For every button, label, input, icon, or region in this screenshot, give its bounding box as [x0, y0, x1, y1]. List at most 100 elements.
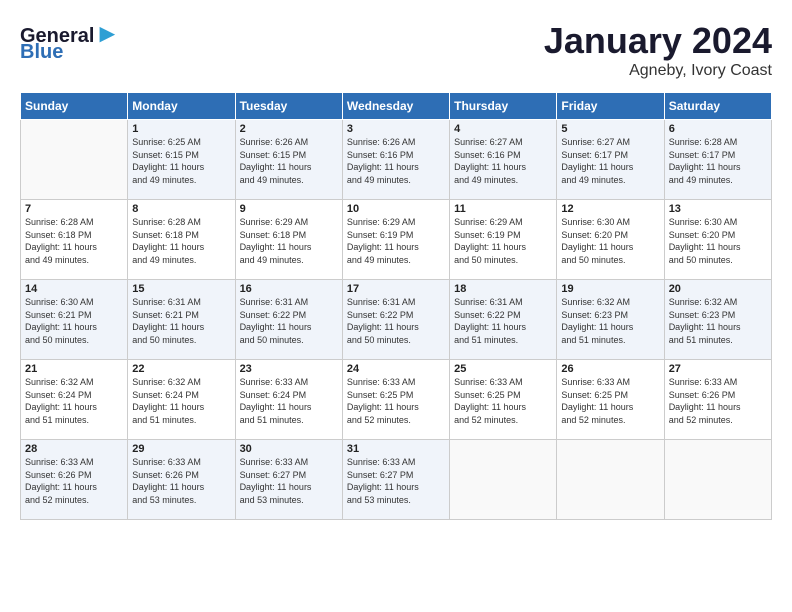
day-number: 28: [25, 443, 123, 455]
calendar-cell: 16Sunrise: 6:31 AM Sunset: 6:22 PM Dayli…: [235, 280, 342, 360]
calendar-cell: 21Sunrise: 6:32 AM Sunset: 6:24 PM Dayli…: [21, 360, 128, 440]
day-header-wednesday: Wednesday: [342, 93, 449, 120]
day-number: 21: [25, 363, 123, 375]
day-number: 14: [25, 283, 123, 295]
day-number: 25: [454, 363, 552, 375]
day-number: 31: [347, 443, 445, 455]
day-number: 6: [669, 123, 767, 135]
day-info: Sunrise: 6:31 AM Sunset: 6:21 PM Dayligh…: [132, 296, 230, 346]
calendar-cell: 6Sunrise: 6:28 AM Sunset: 6:17 PM Daylig…: [664, 120, 771, 200]
calendar-cell: 9Sunrise: 6:29 AM Sunset: 6:18 PM Daylig…: [235, 200, 342, 280]
calendar-cell: 27Sunrise: 6:33 AM Sunset: 6:26 PM Dayli…: [664, 360, 771, 440]
day-info: Sunrise: 6:33 AM Sunset: 6:25 PM Dayligh…: [561, 376, 659, 426]
page: General► Blue January 2024 Agneby, Ivory…: [0, 0, 792, 530]
subtitle: Agneby, Ivory Coast: [544, 62, 772, 80]
day-info: Sunrise: 6:28 AM Sunset: 6:18 PM Dayligh…: [132, 216, 230, 266]
day-info: Sunrise: 6:31 AM Sunset: 6:22 PM Dayligh…: [454, 296, 552, 346]
day-header-tuesday: Tuesday: [235, 93, 342, 120]
header-row: SundayMondayTuesdayWednesdayThursdayFrid…: [21, 93, 772, 120]
day-info: Sunrise: 6:27 AM Sunset: 6:17 PM Dayligh…: [561, 136, 659, 186]
calendar-cell: 2Sunrise: 6:26 AM Sunset: 6:15 PM Daylig…: [235, 120, 342, 200]
day-number: 22: [132, 363, 230, 375]
day-number: 16: [240, 283, 338, 295]
calendar-cell: 11Sunrise: 6:29 AM Sunset: 6:19 PM Dayli…: [450, 200, 557, 280]
day-info: Sunrise: 6:30 AM Sunset: 6:21 PM Dayligh…: [25, 296, 123, 346]
day-info: Sunrise: 6:32 AM Sunset: 6:23 PM Dayligh…: [561, 296, 659, 346]
day-info: Sunrise: 6:27 AM Sunset: 6:16 PM Dayligh…: [454, 136, 552, 186]
day-info: Sunrise: 6:28 AM Sunset: 6:17 PM Dayligh…: [669, 136, 767, 186]
calendar-cell: 22Sunrise: 6:32 AM Sunset: 6:24 PM Dayli…: [128, 360, 235, 440]
day-info: Sunrise: 6:33 AM Sunset: 6:24 PM Dayligh…: [240, 376, 338, 426]
calendar-cell: [664, 440, 771, 520]
day-number: 20: [669, 283, 767, 295]
header: General► Blue January 2024 Agneby, Ivory…: [20, 20, 772, 80]
calendar-cell: 29Sunrise: 6:33 AM Sunset: 6:26 PM Dayli…: [128, 440, 235, 520]
calendar-cell: [557, 440, 664, 520]
title-area: January 2024 Agneby, Ivory Coast: [544, 20, 772, 80]
day-number: 18: [454, 283, 552, 295]
day-info: Sunrise: 6:33 AM Sunset: 6:26 PM Dayligh…: [25, 456, 123, 506]
day-number: 8: [132, 203, 230, 215]
day-header-sunday: Sunday: [21, 93, 128, 120]
day-number: 9: [240, 203, 338, 215]
day-info: Sunrise: 6:33 AM Sunset: 6:26 PM Dayligh…: [132, 456, 230, 506]
week-row-1: 1Sunrise: 6:25 AM Sunset: 6:15 PM Daylig…: [21, 120, 772, 200]
day-number: 12: [561, 203, 659, 215]
day-info: Sunrise: 6:32 AM Sunset: 6:24 PM Dayligh…: [25, 376, 123, 426]
day-info: Sunrise: 6:33 AM Sunset: 6:26 PM Dayligh…: [669, 376, 767, 426]
day-info: Sunrise: 6:29 AM Sunset: 6:19 PM Dayligh…: [454, 216, 552, 266]
day-info: Sunrise: 6:32 AM Sunset: 6:24 PM Dayligh…: [132, 376, 230, 426]
day-info: Sunrise: 6:33 AM Sunset: 6:25 PM Dayligh…: [454, 376, 552, 426]
logo-arrow-icon: ►: [94, 18, 120, 48]
day-number: 2: [240, 123, 338, 135]
day-header-thursday: Thursday: [450, 93, 557, 120]
week-row-3: 14Sunrise: 6:30 AM Sunset: 6:21 PM Dayli…: [21, 280, 772, 360]
day-info: Sunrise: 6:31 AM Sunset: 6:22 PM Dayligh…: [347, 296, 445, 346]
calendar-cell: 13Sunrise: 6:30 AM Sunset: 6:20 PM Dayli…: [664, 200, 771, 280]
day-info: Sunrise: 6:32 AM Sunset: 6:23 PM Dayligh…: [669, 296, 767, 346]
day-header-saturday: Saturday: [664, 93, 771, 120]
calendar-cell: 24Sunrise: 6:33 AM Sunset: 6:25 PM Dayli…: [342, 360, 449, 440]
day-number: 24: [347, 363, 445, 375]
day-number: 26: [561, 363, 659, 375]
calendar-cell: 14Sunrise: 6:30 AM Sunset: 6:21 PM Dayli…: [21, 280, 128, 360]
day-number: 3: [347, 123, 445, 135]
day-info: Sunrise: 6:26 AM Sunset: 6:15 PM Dayligh…: [240, 136, 338, 186]
day-info: Sunrise: 6:29 AM Sunset: 6:18 PM Dayligh…: [240, 216, 338, 266]
day-number: 10: [347, 203, 445, 215]
calendar-cell: 26Sunrise: 6:33 AM Sunset: 6:25 PM Dayli…: [557, 360, 664, 440]
day-number: 23: [240, 363, 338, 375]
calendar-cell: 20Sunrise: 6:32 AM Sunset: 6:23 PM Dayli…: [664, 280, 771, 360]
day-info: Sunrise: 6:33 AM Sunset: 6:27 PM Dayligh…: [240, 456, 338, 506]
day-number: 7: [25, 203, 123, 215]
day-number: 29: [132, 443, 230, 455]
day-number: 15: [132, 283, 230, 295]
calendar-cell: 30Sunrise: 6:33 AM Sunset: 6:27 PM Dayli…: [235, 440, 342, 520]
logo: General► Blue: [20, 20, 120, 62]
day-number: 13: [669, 203, 767, 215]
day-number: 11: [454, 203, 552, 215]
day-info: Sunrise: 6:30 AM Sunset: 6:20 PM Dayligh…: [669, 216, 767, 266]
calendar-cell: [21, 120, 128, 200]
day-info: Sunrise: 6:30 AM Sunset: 6:20 PM Dayligh…: [561, 216, 659, 266]
day-info: Sunrise: 6:28 AM Sunset: 6:18 PM Dayligh…: [25, 216, 123, 266]
day-info: Sunrise: 6:29 AM Sunset: 6:19 PM Dayligh…: [347, 216, 445, 266]
calendar-cell: 1Sunrise: 6:25 AM Sunset: 6:15 PM Daylig…: [128, 120, 235, 200]
calendar-cell: 31Sunrise: 6:33 AM Sunset: 6:27 PM Dayli…: [342, 440, 449, 520]
day-number: 30: [240, 443, 338, 455]
calendar-cell: 15Sunrise: 6:31 AM Sunset: 6:21 PM Dayli…: [128, 280, 235, 360]
day-info: Sunrise: 6:33 AM Sunset: 6:27 PM Dayligh…: [347, 456, 445, 506]
calendar-cell: 4Sunrise: 6:27 AM Sunset: 6:16 PM Daylig…: [450, 120, 557, 200]
calendar-cell: 28Sunrise: 6:33 AM Sunset: 6:26 PM Dayli…: [21, 440, 128, 520]
week-row-5: 28Sunrise: 6:33 AM Sunset: 6:26 PM Dayli…: [21, 440, 772, 520]
calendar-cell: 12Sunrise: 6:30 AM Sunset: 6:20 PM Dayli…: [557, 200, 664, 280]
day-number: 5: [561, 123, 659, 135]
day-info: Sunrise: 6:25 AM Sunset: 6:15 PM Dayligh…: [132, 136, 230, 186]
month-title: January 2024: [544, 20, 772, 62]
calendar-cell: 25Sunrise: 6:33 AM Sunset: 6:25 PM Dayli…: [450, 360, 557, 440]
day-header-friday: Friday: [557, 93, 664, 120]
calendar-cell: 19Sunrise: 6:32 AM Sunset: 6:23 PM Dayli…: [557, 280, 664, 360]
week-row-2: 7Sunrise: 6:28 AM Sunset: 6:18 PM Daylig…: [21, 200, 772, 280]
calendar-cell: 23Sunrise: 6:33 AM Sunset: 6:24 PM Dayli…: [235, 360, 342, 440]
calendar-cell: 3Sunrise: 6:26 AM Sunset: 6:16 PM Daylig…: [342, 120, 449, 200]
